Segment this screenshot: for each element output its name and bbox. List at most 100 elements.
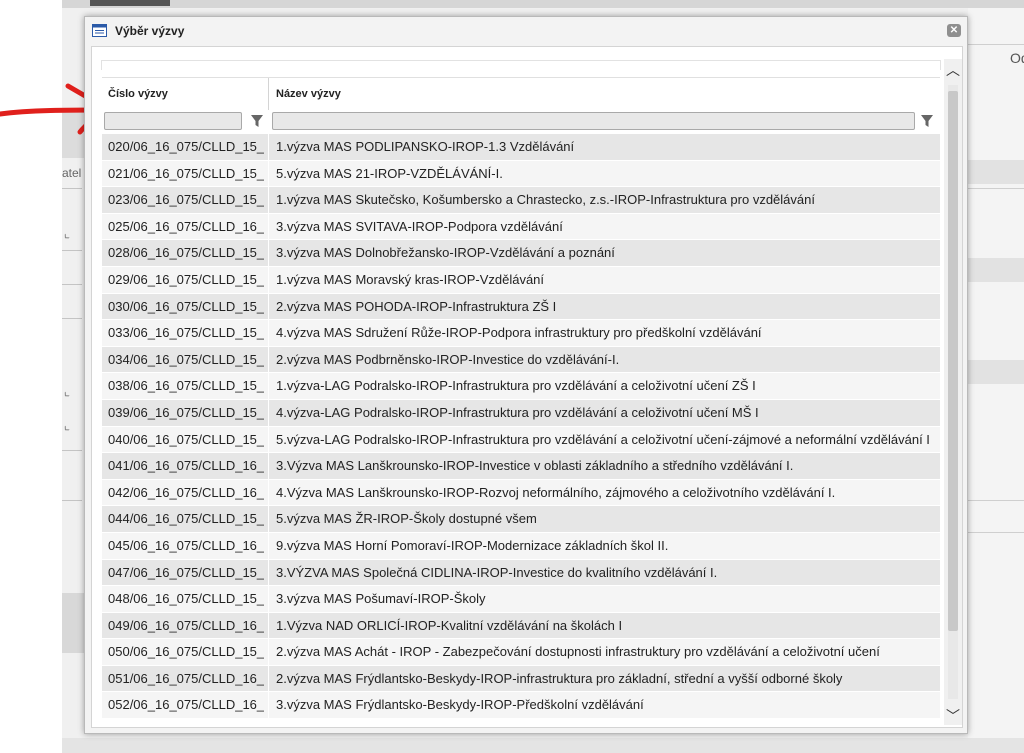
column-separator	[268, 479, 269, 506]
background-toolbar-icons	[90, 0, 170, 6]
table-row[interactable]: 030/06_16_075/CLLD_15_... 2.výzva MAS POH…	[102, 293, 940, 321]
scroll-down-icon[interactable]: ﹀	[944, 707, 962, 725]
column-separator	[268, 373, 269, 399]
cell-call-number: 023/06_16_075/CLLD_15_...	[108, 192, 264, 208]
table-row[interactable]: 041/06_16_075/CLLD_16_... 3.Výzva MAS Lan…	[102, 453, 940, 480]
cell-call-name: 3.výzva MAS Dolnobřežansko-IROP-Vzdělává…	[276, 245, 615, 261]
cell-call-name: 1.Výzva NAD ORLICÍ-IROP-Kvalitní vzděláv…	[276, 617, 623, 633]
cell-call-name: 2.výzva MAS Frýdlantsko-Beskydy-IROP-inf…	[276, 670, 843, 686]
table-row[interactable]: 050/06_16_075/CLLD_15_... 2.výzva MAS Ach…	[102, 639, 940, 666]
column-separator	[268, 586, 269, 612]
cell-call-name: 3.výzva MAS Pošumaví-IROP-Školy	[276, 591, 486, 607]
cell-call-name: 2.výzva MAS Achát - IROP - Zabezpečování…	[276, 644, 880, 660]
table-row[interactable]: 021/06_16_075/CLLD_15_... 5.výzva MAS 21-…	[102, 160, 940, 188]
cell-call-number: 021/06_16_075/CLLD_15_...	[108, 165, 264, 181]
column-separator	[268, 665, 269, 692]
column-header-number[interactable]: Číslo výzvy	[108, 78, 168, 110]
dialog-titlebar: Výběr výzvy ✕	[85, 17, 967, 45]
cell-call-number: 030/06_16_075/CLLD_15_...	[108, 298, 264, 314]
column-separator	[268, 532, 269, 559]
background-divider	[968, 532, 1024, 533]
cell-call-number: 020/06_16_075/CLLD_15_...	[108, 139, 264, 154]
cell-call-name: 5.výzva MAS ŽR-IROP-Školy dostupné všem	[276, 511, 537, 527]
table-row[interactable]: 025/06_16_075/CLLD_16_... 3.výzva MAS SVI…	[102, 213, 940, 241]
cell-call-name: 4.výzva-LAG Podralsko-IROP-Infrastruktur…	[276, 404, 759, 420]
table-row[interactable]: 051/06_16_075/CLLD_16_... 2.výzva MAS Frý…	[102, 665, 940, 693]
background-row	[968, 360, 1024, 384]
cell-call-name: 9.výzva MAS Horní Pomoraví-IROP-Moderniz…	[276, 537, 669, 553]
table-row[interactable]: 028/06_16_075/CLLD_15_... 3.výzva MAS Dol…	[102, 240, 940, 267]
column-header-name[interactable]: Název výzvy	[276, 78, 341, 110]
cell-call-name: 5.výzva MAS 21-IROP-VZDĚLÁVÁNÍ-I.	[276, 165, 503, 181]
table-row[interactable]: 048/06_16_075/CLLD_15_... 3.výzva MAS Poš…	[102, 586, 940, 613]
column-separator	[268, 187, 269, 213]
table-row[interactable]: 039/06_16_075/CLLD_15_... 4.výzva-LAG Pod…	[102, 399, 940, 427]
cell-call-number: 033/06_16_075/CLLD_15_...	[108, 325, 264, 341]
column-separator	[268, 453, 269, 479]
cell-call-number: 029/06_16_075/CLLD_15_...	[108, 271, 264, 287]
filter-funnel-icon[interactable]	[920, 114, 934, 128]
cell-call-name: 1.výzva MAS PODLIPANSKO-IROP-1.3 Vzděláv…	[276, 139, 575, 154]
background-block	[62, 593, 84, 653]
table-row[interactable]: 023/06_16_075/CLLD_15_... 1.výzva MAS Sku…	[102, 187, 940, 214]
cell-call-number: 025/06_16_075/CLLD_16_...	[108, 218, 264, 234]
background-divider	[968, 188, 1024, 189]
cell-call-name: 3.výzva MAS SVITAVA-IROP-Podpora vzděláv…	[276, 218, 563, 234]
table-row[interactable]: 029/06_16_075/CLLD_15_... 1.výzva MAS Mor…	[102, 266, 940, 294]
table-row[interactable]: 040/06_16_075/CLLD_15_... 5.výzva-LAG Pod…	[102, 426, 940, 454]
scroll-up-icon[interactable]: ︿	[944, 61, 962, 79]
table-row[interactable]: 033/06_16_075/CLLD_15_... 4.výzva MAS Sdr…	[102, 320, 940, 347]
cell-call-number: 034/06_16_075/CLLD_15_...	[108, 351, 264, 367]
background-row	[968, 258, 1024, 282]
cell-call-number: 028/06_16_075/CLLD_15_...	[108, 245, 264, 261]
background-divider	[62, 284, 82, 285]
cell-call-number: 038/06_16_075/CLLD_15_...	[108, 378, 264, 394]
cell-call-name: 3.Výzva MAS Lanškrounsko-IROP-Investice …	[276, 458, 794, 474]
table-row[interactable]: 044/06_16_075/CLLD_15_... 5.výzva MAS ŽR-…	[102, 506, 940, 533]
grid-body: 020/06_16_075/CLLD_15_... 1.výzva MAS POD…	[102, 134, 940, 720]
cell-call-name: 2.výzva MAS POHODA-IROP-Infrastruktura Z…	[276, 298, 557, 314]
filter-funnel-icon[interactable]	[250, 114, 264, 128]
dialog-content: Číslo výzvy Název výzvy 020/06_16_075/CL…	[91, 46, 963, 728]
table-row[interactable]: 045/06_16_075/CLLD_16_... 9.výzva MAS Hor…	[102, 532, 940, 560]
background-label: atel	[62, 166, 82, 180]
column-separator	[268, 266, 269, 293]
cell-call-name: 1.výzva MAS Skutečsko, Košumbersko a Chr…	[276, 192, 815, 208]
background-divider	[968, 500, 1024, 501]
table-row[interactable]: 049/06_16_075/CLLD_16_... 1.Výzva NAD ORL…	[102, 612, 940, 640]
column-separator	[268, 639, 269, 665]
table-row[interactable]: 038/06_16_075/CLLD_15_... 1.výzva-LAG Pod…	[102, 373, 940, 400]
column-separator	[268, 320, 269, 346]
vertical-scrollbar[interactable]: ︿ ﹀	[944, 59, 962, 725]
cell-call-name: 2.výzva MAS Podbrněnsko-IROP-Investice d…	[276, 351, 620, 367]
filter-input-name[interactable]	[272, 112, 915, 130]
cell-call-name: 1.výzva-LAG Podralsko-IROP-Infrastruktur…	[276, 378, 756, 394]
cell-call-number: 047/06_16_075/CLLD_15_...	[108, 564, 264, 580]
column-separator	[268, 506, 269, 532]
filter-row	[102, 110, 940, 134]
background-divider	[62, 500, 82, 501]
scroll-thumb[interactable]	[948, 91, 958, 631]
column-separator	[268, 559, 269, 586]
window-icon	[92, 24, 107, 37]
table-row[interactable]: 020/06_16_075/CLLD_15_... 1.výzva MAS POD…	[102, 134, 940, 161]
column-separator	[268, 213, 269, 240]
background-label: Od	[1010, 50, 1024, 66]
filter-input-number[interactable]	[104, 112, 242, 130]
column-separator	[268, 134, 269, 160]
cell-call-number: 050/06_16_075/CLLD_15_...	[108, 644, 264, 660]
cell-call-name: 3.výzva MAS Frýdlantsko-Beskydy-IROP-Pře…	[276, 697, 644, 713]
cell-call-name: 1.výzva MAS Moravský kras-IROP-Vzděláván…	[276, 271, 545, 287]
grid-toolbar-strip	[101, 60, 941, 70]
cell-call-number: 040/06_16_075/CLLD_15_...	[108, 431, 264, 447]
cell-call-name: 5.výzva-LAG Podralsko-IROP-Infrastruktur…	[276, 431, 930, 447]
close-icon[interactable]: ✕	[947, 24, 961, 37]
cell-call-name: 4.výzva MAS Sdružení Růže-IROP-Podpora i…	[276, 325, 762, 341]
table-row[interactable]: 034/06_16_075/CLLD_15_... 2.výzva MAS Pod…	[102, 346, 940, 374]
background-divider	[62, 250, 82, 251]
cell-call-number: 052/06_16_075/CLLD_16_...	[108, 697, 264, 713]
background-divider	[62, 188, 82, 189]
table-row[interactable]: 047/06_16_075/CLLD_15_... 3.VÝZVA MAS Spo…	[102, 559, 940, 587]
table-row[interactable]: 042/06_16_075/CLLD_16_... 4.Výzva MAS Lan…	[102, 479, 940, 507]
table-row[interactable]: 052/06_16_075/CLLD_16_... 3.výzva MAS Frý…	[102, 692, 940, 720]
